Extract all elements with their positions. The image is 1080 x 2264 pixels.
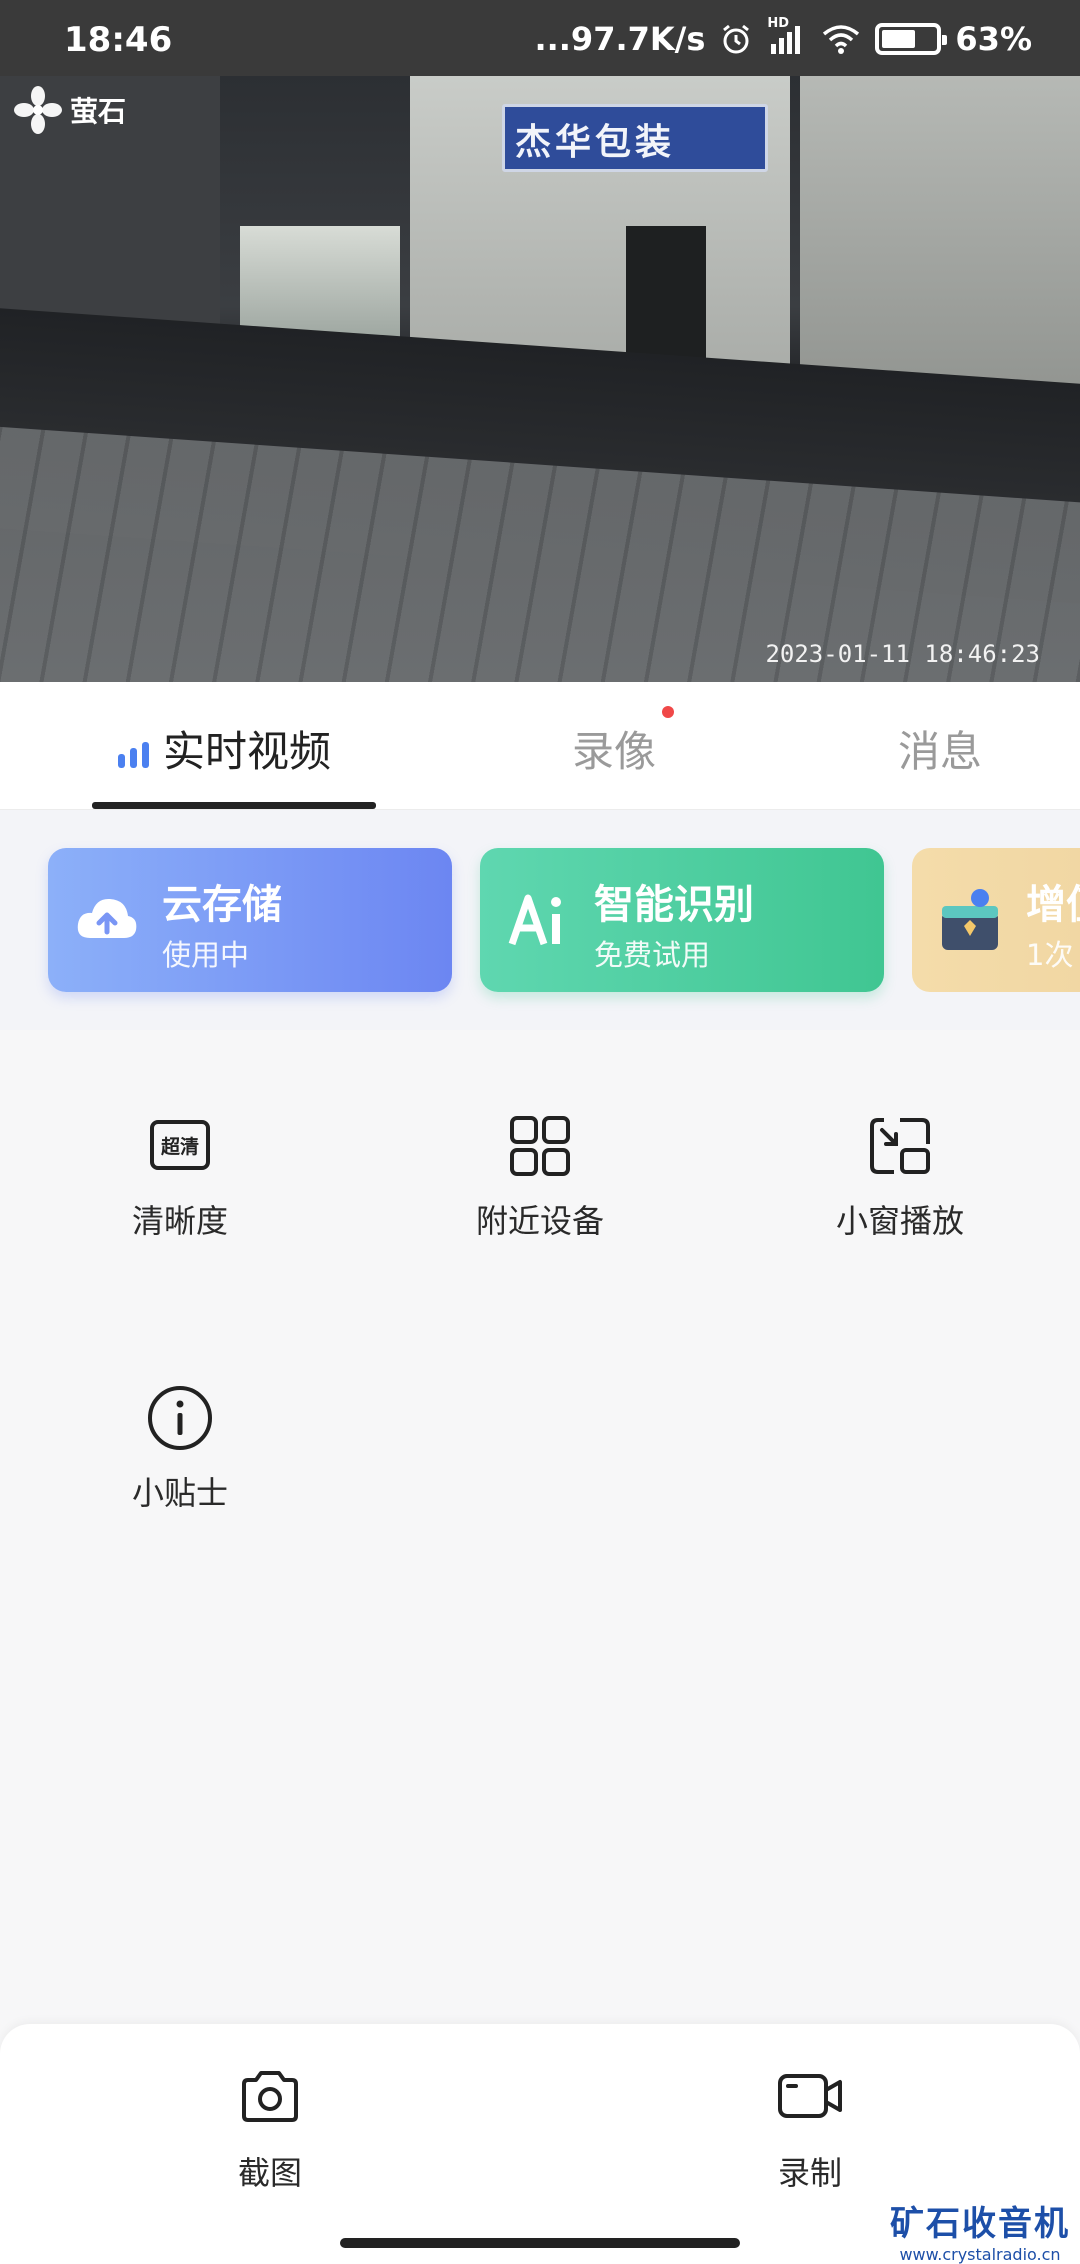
watermark-url: www.crystalradio.cn [899, 2245, 1061, 2264]
video-scene-building-right [800, 76, 1080, 416]
quality-button[interactable]: 超清 清晰度 [80, 1110, 280, 1242]
live-video-view[interactable]: 杰华包装 萤石 2023-01-11 18:46:23 [0, 76, 1080, 682]
hd-quality-icon-text: 超清 [160, 1135, 199, 1158]
cellular-signal-icon: HD [767, 16, 807, 56]
status-icons: ...97.7K/s HD 63% [534, 16, 1032, 58]
smart-recognition-title: 智能识别 [594, 882, 754, 928]
alarm-icon [723, 24, 750, 54]
active-tab-indicator [92, 802, 376, 809]
service-cards: 云存储 使用中 智能识别 免费试用 增值 1次 [0, 810, 1080, 1030]
tab-recording[interactable]: 录像 [572, 718, 656, 779]
value-added-status: 1次 [1026, 938, 1074, 972]
app-logo: 萤石 [14, 86, 126, 134]
ai-gift-box-icon [942, 889, 998, 950]
value-added-title: 增值 [1026, 882, 1080, 928]
value-added-card[interactable]: 增值 1次 [912, 848, 1080, 992]
video-scene-shop-sign: 杰华包装 [502, 104, 768, 172]
network-speed: ...97.7K/s [534, 20, 706, 58]
hd-quality-icon: 超清 [150, 1120, 210, 1170]
watermark: 矿石收音机 www.crystalradio.cn [890, 2196, 1070, 2264]
picture-in-picture-icon [870, 1118, 930, 1174]
record-button[interactable]: 录制 [710, 2068, 910, 2194]
home-indicator[interactable] [340, 2238, 740, 2248]
battery-percent: 63% [955, 20, 1032, 58]
battery-level [882, 30, 916, 48]
nearby-devices-label: 附近设备 [475, 1202, 604, 1240]
info-icon [148, 1386, 212, 1450]
cloud-upload-icon [77, 898, 137, 938]
tips-label: 小贴士 [131, 1474, 228, 1512]
screenshot-button[interactable]: 截图 [170, 2068, 370, 2194]
status-bar: 18:46 ...97.7K/s HD 63% [0, 0, 1080, 76]
cloud-storage-status: 使用中 [162, 938, 250, 972]
tab-bar: 实时视频 录像 消息 [0, 682, 1080, 810]
smart-recognition-status: 免费试用 [594, 938, 711, 972]
cloud-storage-title: 云存储 [162, 882, 282, 928]
picture-in-picture-label: 小窗播放 [835, 1202, 964, 1240]
logo-text: 萤石 [70, 95, 127, 128]
battery-icon [875, 23, 948, 55]
ai-icon [508, 894, 561, 946]
screenshot-label: 截图 [237, 2154, 302, 2192]
video-timestamp: 2023-01-11 18:46:23 [765, 640, 1040, 668]
tab-messages[interactable]: 消息 [898, 718, 982, 779]
picture-in-picture-button[interactable]: 小窗播放 [800, 1110, 1000, 1242]
record-label: 录制 [777, 2154, 842, 2192]
recording-badge-dot [662, 706, 674, 718]
video-scene-doorway [626, 226, 706, 366]
video-record-icon [778, 2074, 842, 2118]
smart-recognition-card[interactable]: 智能识别 免费试用 [480, 848, 884, 992]
tab-live-video[interactable]: 实时视频 [118, 718, 331, 779]
cloud-storage-card[interactable]: 云存储 使用中 [48, 848, 452, 992]
camera-icon [242, 2071, 298, 2122]
live-bars-icon [118, 741, 149, 768]
logo-icon [14, 86, 62, 134]
quality-label: 清晰度 [131, 1202, 228, 1240]
wifi-icon [823, 25, 860, 54]
grid-devices-icon [510, 1116, 570, 1176]
status-time: 18:46 [64, 20, 173, 60]
nearby-devices-button[interactable]: 附近设备 [440, 1110, 640, 1242]
watermark-title: 矿石收音机 [890, 2204, 1070, 2244]
tips-button[interactable]: 小贴士 [80, 1382, 280, 1514]
